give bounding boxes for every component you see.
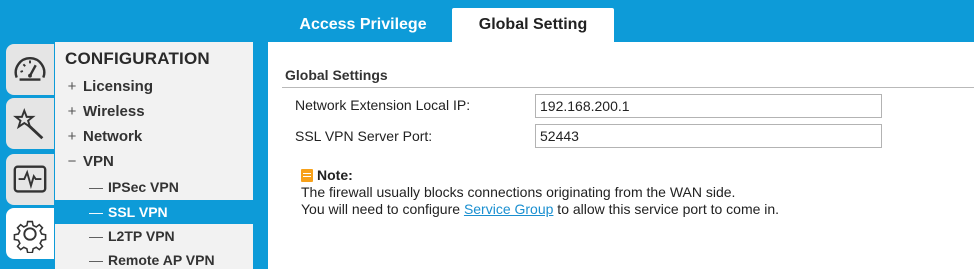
- note-icon: [301, 169, 313, 182]
- menu-title: CONFIGURATION: [65, 49, 210, 68]
- menu-item-licensing[interactable]: + Licensing: [55, 75, 253, 99]
- note-heading: Note:: [317, 167, 353, 183]
- menu-item-label: Licensing: [83, 78, 154, 95]
- submenu-item-ipsec-vpn[interactable]: — IPSec VPN: [55, 175, 253, 199]
- expand-icon: +: [67, 103, 77, 120]
- note-box: Note: The firewall usually blocks connec…: [301, 167, 779, 218]
- note-header: Note:: [301, 167, 779, 184]
- dashboard-button[interactable]: [6, 44, 54, 95]
- ssl-vpn-port-input[interactable]: [535, 124, 882, 148]
- submenu-item-l2tp-vpn[interactable]: — L2TP VPN: [55, 224, 253, 248]
- service-group-link[interactable]: Service Group: [464, 201, 553, 217]
- configuration-button[interactable]: [6, 208, 54, 259]
- quick-setup-button[interactable]: [6, 98, 54, 149]
- expand-icon: +: [67, 128, 77, 145]
- sidebar-icon-column: [0, 42, 55, 269]
- quick-setup-wand-icon: [13, 107, 44, 139]
- menu-item-wireless[interactable]: + Wireless: [55, 100, 253, 124]
- monitor-button[interactable]: [6, 154, 54, 205]
- dashboard-gauge-icon: [14, 56, 46, 81]
- menu-item-label: Network: [83, 128, 143, 145]
- tab-global-setting[interactable]: Global Setting: [452, 8, 614, 42]
- note-line-1: The firewall usually blocks connections …: [301, 184, 736, 200]
- network-extension-ip-input[interactable]: [535, 94, 882, 118]
- tree-dash: —: [89, 179, 103, 195]
- menu-item-vpn[interactable]: − VPN: [55, 150, 253, 174]
- sidebar: CONFIGURATION + Licensing + Wireless + N…: [0, 42, 268, 269]
- section-title: Global Settings: [285, 67, 388, 83]
- tree-dash: —: [89, 228, 103, 244]
- main-content: Global Settings Network Extension Local …: [268, 42, 974, 269]
- collapse-icon: −: [67, 153, 77, 170]
- submenu-item-remote-ap-vpn[interactable]: — Remote AP VPN: [55, 248, 253, 269]
- submenu-item-label: Remote AP VPN: [108, 252, 215, 268]
- submenu-item-label: L2TP VPN: [108, 228, 175, 244]
- note-line-2-prefix: You will need to configure: [301, 201, 464, 217]
- section-divider: [282, 87, 974, 88]
- network-extension-ip-label: Network Extension Local IP:: [295, 97, 471, 113]
- submenu-item-ssl-vpn[interactable]: — SSL VPN: [55, 200, 253, 224]
- submenu-item-label: SSL VPN: [108, 204, 168, 220]
- submenu-item-label: IPSec VPN: [108, 179, 179, 195]
- menu-item-label: Wireless: [83, 103, 145, 120]
- ssl-vpn-port-label: SSL VPN Server Port:: [295, 128, 433, 144]
- navigation-menu: CONFIGURATION + Licensing + Wireless + N…: [55, 42, 253, 269]
- tree-dash: —: [89, 204, 103, 220]
- expand-icon: +: [67, 78, 77, 95]
- menu-item-label: VPN: [83, 153, 114, 170]
- tree-dash: —: [89, 252, 103, 268]
- monitor-pulse-icon: [13, 165, 47, 193]
- note-line-2-suffix: to allow this service port to come in.: [553, 201, 780, 217]
- tab-access-privilege[interactable]: Access Privilege: [280, 8, 446, 42]
- note-line-2: You will need to configure Service Group…: [301, 201, 779, 218]
- configuration-gear-icon: [13, 220, 47, 253]
- menu-item-network[interactable]: + Network: [55, 125, 253, 149]
